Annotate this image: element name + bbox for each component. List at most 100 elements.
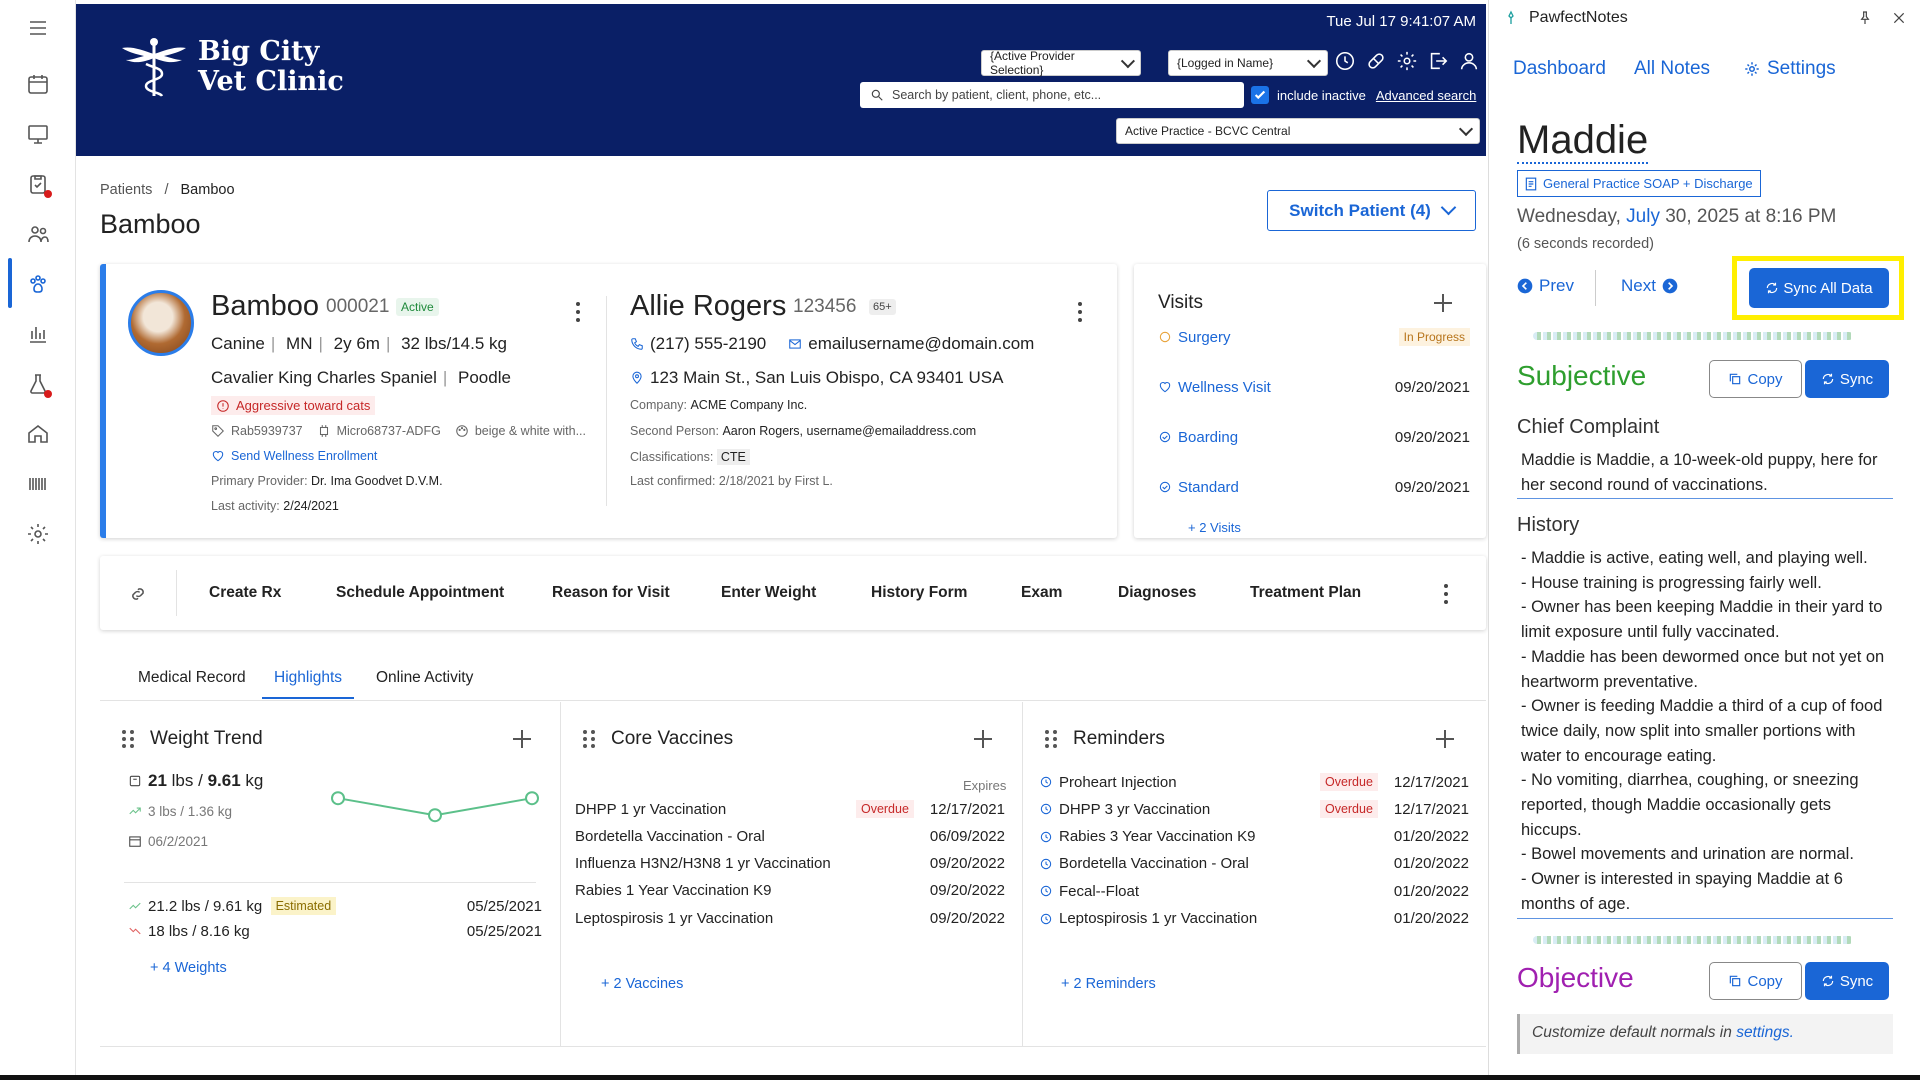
next-note-button[interactable]: Next bbox=[1621, 276, 1678, 296]
clients-icon[interactable] bbox=[20, 216, 56, 252]
breadcrumb-patients-link[interactable]: Patients bbox=[100, 182, 152, 198]
objective-sync-button[interactable]: Sync bbox=[1805, 962, 1889, 1000]
calendar-icon[interactable] bbox=[20, 66, 56, 102]
reminder-row[interactable]: Proheart Injection Overdue 12/17/2021 bbox=[1039, 771, 1469, 793]
patient-more-icon[interactable] bbox=[576, 302, 580, 326]
clock-icon[interactable] bbox=[1334, 50, 1356, 72]
paw-icon[interactable] bbox=[20, 266, 56, 302]
clipboard-icon[interactable] bbox=[20, 166, 56, 202]
drag-handle-icon[interactable] bbox=[122, 730, 134, 748]
diagnoses-button[interactable]: Diagnoses bbox=[1118, 584, 1196, 602]
weight-row[interactable]: 18 lbs / 8.16 kg 05/25/2021 bbox=[128, 920, 542, 942]
vaccine-name: Rabies 1 Year Vaccination K9 bbox=[575, 882, 772, 900]
vaccine-row[interactable]: Influenza H3N2/H3N8 1 yr Vaccination 09/2… bbox=[575, 853, 1005, 875]
home-icon[interactable] bbox=[20, 416, 56, 452]
history-text[interactable]: - Maddie is active, eating well, and pla… bbox=[1521, 546, 1891, 917]
treatment-plan-button[interactable]: Treatment Plan bbox=[1250, 584, 1361, 602]
lab-icon[interactable] bbox=[20, 366, 56, 402]
client-last-confirmed: Last confirmed: 2/18/2021 by First L. bbox=[630, 474, 833, 488]
more-actions-icon[interactable] bbox=[1444, 584, 1448, 608]
sidebar-settings-link[interactable]: Settings bbox=[1743, 58, 1836, 80]
vaccine-row[interactable]: Rabies 1 Year Vaccination K9 09/20/2022 bbox=[575, 880, 1005, 902]
create-rx-button[interactable]: Create Rx bbox=[209, 584, 281, 602]
note-settings-link[interactable]: settings. bbox=[1736, 1024, 1794, 1041]
add-vaccine-icon[interactable] bbox=[974, 730, 992, 748]
client-more-icon[interactable] bbox=[1078, 302, 1082, 326]
vaccine-row[interactable]: Leptospirosis 1 yr Vaccination 09/20/2022 bbox=[575, 907, 1005, 929]
visit-row[interactable]: Wellness Visit 09/20/2021 bbox=[1158, 372, 1470, 402]
sparkline-point[interactable] bbox=[428, 808, 442, 823]
sparkline-point[interactable] bbox=[331, 791, 345, 806]
logout-icon[interactable] bbox=[1427, 50, 1449, 72]
sparkline-point[interactable] bbox=[525, 791, 539, 806]
note-template-selector[interactable]: General Practice SOAP + Discharge bbox=[1517, 170, 1761, 197]
chief-complaint-text[interactable]: Maddie is Maddie, a 10-week-old puppy, h… bbox=[1521, 448, 1891, 497]
drag-handle-icon[interactable] bbox=[583, 730, 595, 748]
reminder-row[interactable]: DHPP 3 yr Vaccination Overdue 12/17/2021 bbox=[1039, 798, 1469, 820]
login-select[interactable]: {Logged in Name} bbox=[1168, 50, 1328, 76]
enter-weight-button[interactable]: Enter Weight bbox=[721, 584, 816, 602]
drag-handle-icon[interactable] bbox=[1045, 730, 1057, 748]
reminder-row[interactable]: Bordetella Vaccination - Oral 01/20/2022 bbox=[1039, 853, 1469, 875]
more-vaccines-link[interactable]: + 2 Vaccines bbox=[601, 976, 683, 992]
vaccine-row[interactable]: Bordetella Vaccination - Oral 06/09/2022 bbox=[575, 825, 1005, 847]
send-wellness-link[interactable]: Send Wellness Enrollment bbox=[211, 449, 377, 463]
add-weight-icon[interactable] bbox=[513, 730, 531, 748]
current-weight-lbs: 21 bbox=[148, 771, 167, 790]
barcode-icon[interactable] bbox=[20, 466, 56, 502]
note-date-month[interactable]: July bbox=[1626, 206, 1660, 227]
visit-row[interactable]: Surgery In Progress bbox=[1158, 322, 1470, 352]
note-patient-name[interactable]: Maddie bbox=[1517, 118, 1649, 164]
menu-icon[interactable] bbox=[20, 10, 56, 46]
tab-highlights[interactable]: Highlights bbox=[262, 669, 355, 699]
clinic-logo[interactable]: Big City Vet Clinic bbox=[116, 34, 344, 100]
subjective-copy-button[interactable]: Copy bbox=[1709, 360, 1802, 398]
trend-down-icon bbox=[129, 927, 141, 935]
add-visit-icon[interactable] bbox=[1434, 294, 1452, 312]
user-icon[interactable] bbox=[1458, 50, 1480, 72]
pill-icon[interactable] bbox=[1365, 50, 1387, 72]
more-reminders-link[interactable]: + 2 Reminders bbox=[1061, 976, 1156, 992]
reminder-row[interactable]: Fecal--Float 01/20/2022 bbox=[1039, 880, 1469, 902]
link-icon[interactable] bbox=[126, 584, 150, 604]
sidebar-dashboard-link[interactable]: Dashboard bbox=[1513, 58, 1606, 80]
pin-icon[interactable] bbox=[1857, 10, 1873, 26]
client-contact: (217) 555-2190 emailusername@domain.com bbox=[630, 334, 1034, 354]
tab-online-activity[interactable]: Online Activity bbox=[376, 669, 473, 687]
visit-name: Wellness Visit bbox=[1178, 378, 1271, 396]
objective-copy-button[interactable]: Copy bbox=[1709, 962, 1802, 1000]
settings-gear-icon[interactable] bbox=[1396, 50, 1418, 72]
reports-icon[interactable] bbox=[20, 316, 56, 352]
tab-medical-record[interactable]: Medical Record bbox=[138, 669, 246, 687]
history-form-button[interactable]: History Form bbox=[871, 584, 967, 602]
reminder-row[interactable]: Rabies 3 Year Vaccination K9 01/20/2022 bbox=[1039, 826, 1469, 848]
monitor-icon[interactable] bbox=[20, 116, 56, 152]
reason-for-visit-button[interactable]: Reason for Visit bbox=[552, 584, 670, 602]
client-email[interactable]: emailusername@domain.com bbox=[808, 334, 1034, 354]
include-inactive-checkbox[interactable] bbox=[1251, 86, 1269, 104]
patient-avatar[interactable] bbox=[128, 290, 194, 356]
vaccine-row[interactable]: DHPP 1 yr Vaccination Overdue 12/17/2021 bbox=[575, 798, 1005, 820]
reminder-row[interactable]: Leptospirosis 1 yr Vaccination 01/20/2022 bbox=[1039, 908, 1469, 930]
practice-select[interactable]: Active Practice - BCVC Central bbox=[1116, 118, 1480, 144]
schedule-appointment-button[interactable]: Schedule Appointment bbox=[336, 584, 504, 602]
visit-row[interactable]: Boarding 09/20/2021 bbox=[1158, 422, 1470, 452]
advanced-search-link[interactable]: Advanced search bbox=[1376, 88, 1476, 103]
patient-search-input[interactable]: Search by patient, client, phone, etc... bbox=[860, 82, 1244, 108]
weight-row[interactable]: 21.2 lbs / 9.61 kg Estimated 05/25/2021 bbox=[128, 895, 542, 917]
trend-up-icon bbox=[129, 902, 141, 910]
visit-row[interactable]: Standard 09/20/2021 bbox=[1158, 472, 1470, 502]
prev-note-button[interactable]: Prev bbox=[1517, 276, 1574, 296]
gear-icon[interactable] bbox=[20, 516, 56, 552]
client-phone[interactable]: (217) 555-2190 bbox=[650, 334, 766, 354]
more-weights-link[interactable]: + 4 Weights bbox=[150, 960, 227, 976]
subjective-sync-button[interactable]: Sync bbox=[1805, 360, 1889, 398]
add-reminder-icon[interactable] bbox=[1436, 730, 1454, 748]
sync-all-data-button[interactable]: Sync All Data bbox=[1749, 268, 1889, 308]
exam-button[interactable]: Exam bbox=[1021, 584, 1062, 602]
sidebar-all-notes-link[interactable]: All Notes bbox=[1634, 58, 1710, 80]
more-visits-link[interactable]: + 2 Visits bbox=[1188, 520, 1241, 535]
provider-select[interactable]: {Active Provider Selection} bbox=[981, 49, 1141, 77]
close-icon[interactable] bbox=[1891, 10, 1907, 26]
switch-patient-button[interactable]: Switch Patient (4) bbox=[1267, 190, 1476, 231]
